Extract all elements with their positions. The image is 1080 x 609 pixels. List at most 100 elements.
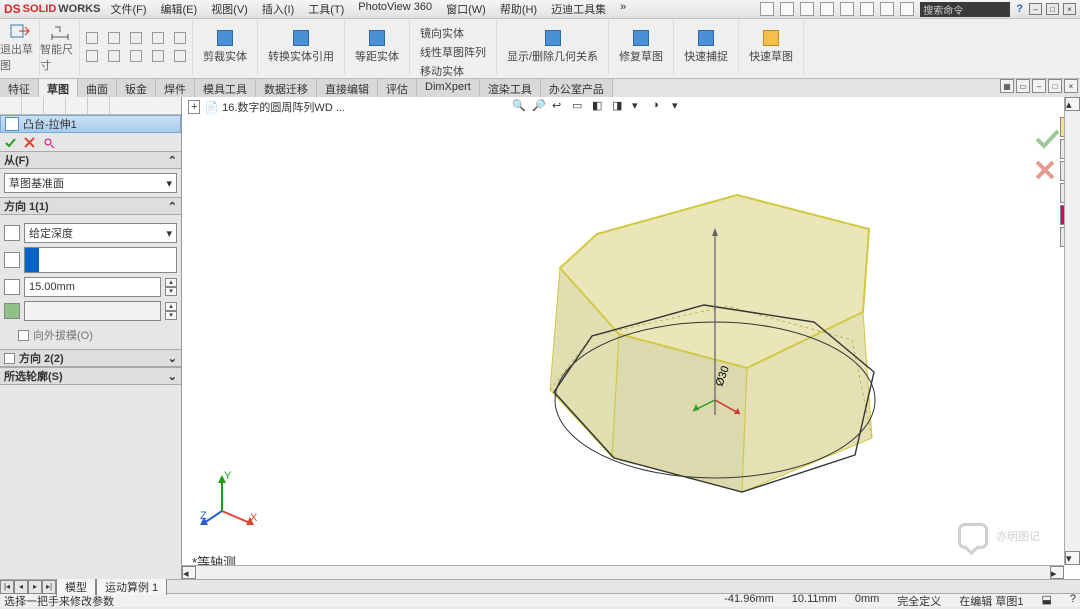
- draft-icon[interactable]: [4, 303, 20, 319]
- draft-input[interactable]: [24, 301, 161, 321]
- menu-insert[interactable]: 插入(I): [262, 1, 294, 17]
- expand-icon[interactable]: +: [188, 100, 200, 114]
- section-direction2[interactable]: 方向 2(2)⌄: [0, 349, 181, 367]
- rtab-surface[interactable]: 曲面: [78, 79, 117, 97]
- circle-tool-icon[interactable]: [130, 32, 142, 44]
- display-style-icon[interactable]: ◨: [612, 99, 626, 113]
- tab-nav-prev-icon[interactable]: ◂: [14, 580, 28, 594]
- qat-undo-icon[interactable]: [840, 2, 854, 16]
- from-select[interactable]: 草图基准面▾: [4, 173, 177, 193]
- draft-spin-up-icon[interactable]: ▴: [165, 302, 177, 311]
- section-selected-contours[interactable]: 所选轮廓(S)⌄: [0, 367, 181, 385]
- ribbon-repair-sketch[interactable]: 修复草图: [609, 19, 674, 75]
- doc-tile-icon[interactable]: ▦: [1000, 79, 1014, 93]
- line-tool-icon[interactable]: [86, 32, 98, 44]
- qat-new-icon[interactable]: [760, 2, 774, 16]
- ribbon-linear-pattern[interactable]: 线性草图阵列: [420, 44, 486, 60]
- ribbon-move[interactable]: 移动实体: [420, 63, 486, 79]
- ribbon-exit-sketch[interactable]: 退出草图: [0, 19, 40, 75]
- section-direction1[interactable]: 方向 1(1)⌃: [0, 197, 181, 215]
- menu-window[interactable]: 窗口(W): [446, 1, 486, 17]
- qat-print-icon[interactable]: [820, 2, 834, 16]
- doc-cascade-icon[interactable]: ▭: [1016, 79, 1030, 93]
- panel-tab-config-icon[interactable]: [44, 97, 66, 114]
- qat-open-icon[interactable]: [780, 2, 794, 16]
- window-minimize-icon[interactable]: –: [1029, 3, 1042, 15]
- doc-close-icon[interactable]: ×: [1064, 79, 1078, 93]
- menu-tools[interactable]: 工具(T): [308, 1, 344, 17]
- polygon-tool-icon[interactable]: [130, 50, 142, 62]
- doc-minimize-icon[interactable]: –: [1032, 79, 1046, 93]
- help-icon[interactable]: ?: [1016, 3, 1023, 15]
- depth-spin-down-icon[interactable]: ▾: [165, 287, 177, 296]
- ribbon-smart-dimension[interactable]: 智能尺寸: [40, 19, 80, 75]
- menu-overflow-icon[interactable]: »: [620, 1, 626, 17]
- text-tool-icon[interactable]: [174, 50, 186, 62]
- ribbon-rapid-sketch[interactable]: 快速草图: [739, 19, 804, 75]
- menu-photoview[interactable]: PhotoView 360: [358, 1, 432, 17]
- ribbon-convert[interactable]: 转换实体引用: [258, 19, 345, 75]
- tab-nav-first-icon[interactable]: |◂: [0, 580, 14, 594]
- rtab-render[interactable]: 渲染工具: [480, 79, 541, 97]
- rtab-office[interactable]: 办公室产品: [541, 79, 613, 97]
- rtab-feature[interactable]: 特征: [0, 79, 39, 97]
- depth-spin-up-icon[interactable]: ▴: [165, 278, 177, 287]
- draft-spin-down-icon[interactable]: ▾: [165, 311, 177, 320]
- rtab-sketch[interactable]: 草图: [39, 79, 78, 97]
- ribbon-mirror[interactable]: 镜向实体: [420, 25, 486, 41]
- confirm-corner-ok-icon[interactable]: [1034, 127, 1060, 149]
- menu-file[interactable]: 文件(F): [110, 1, 146, 17]
- menu-edit[interactable]: 编辑(E): [161, 1, 198, 17]
- direction2-checkbox[interactable]: [4, 353, 15, 364]
- view-orientation-icon[interactable]: ◧: [592, 99, 606, 113]
- viewport-scrollbar-vertical[interactable]: ▴▾: [1064, 97, 1080, 565]
- panel-tab-property-icon[interactable]: [22, 97, 44, 114]
- status-help-icon[interactable]: ?: [1070, 593, 1076, 609]
- ribbon-offset[interactable]: 等距实体: [345, 19, 410, 75]
- rtab-directedit[interactable]: 直接编辑: [317, 79, 378, 97]
- viewport-scrollbar-horizontal[interactable]: ◂▸: [182, 565, 1064, 579]
- hide-show-icon[interactable]: ▾: [632, 99, 646, 113]
- draft-outward-checkbox[interactable]: 向外拔模(O): [18, 327, 177, 343]
- flyout-tree[interactable]: + 📄 16.数字的圆周阵列WD ...: [188, 99, 345, 115]
- spline-tool-icon[interactable]: [174, 32, 186, 44]
- direction-vector-icon[interactable]: [4, 252, 20, 268]
- preview-icon[interactable]: [42, 136, 55, 149]
- window-restore-icon[interactable]: □: [1046, 3, 1059, 15]
- zoom-area-icon[interactable]: 🔎: [532, 99, 546, 113]
- menu-maidi[interactable]: 迈迪工具集: [551, 1, 606, 17]
- end-condition-select[interactable]: 给定深度▾: [24, 223, 177, 243]
- cancel-icon[interactable]: [23, 136, 36, 149]
- direction-selection-input[interactable]: [24, 247, 177, 273]
- tab-nav-next-icon[interactable]: ▸: [28, 580, 42, 594]
- reverse-direction-icon[interactable]: [4, 225, 20, 241]
- section-view-icon[interactable]: ▭: [572, 99, 586, 113]
- doc-restore-icon[interactable]: □: [1048, 79, 1062, 93]
- orientation-triad[interactable]: Y X Z: [200, 469, 260, 529]
- confirm-corner-cancel-icon[interactable]: [1034, 159, 1056, 181]
- rtab-sheetmetal[interactable]: 钣金: [117, 79, 156, 97]
- appearance-icon[interactable]: ◑: [652, 99, 666, 113]
- rtab-dimxpert[interactable]: DimXpert: [417, 79, 480, 97]
- qat-options-icon[interactable]: [880, 2, 894, 16]
- prev-view-icon[interactable]: ↩: [552, 99, 566, 113]
- panel-tab-display-icon[interactable]: [88, 97, 110, 114]
- depth-input[interactable]: 15.00mm: [24, 277, 161, 297]
- panel-tab-dimension-icon[interactable]: [66, 97, 88, 114]
- rtab-weldment[interactable]: 焊件: [156, 79, 195, 97]
- graphics-viewport[interactable]: + 📄 16.数字的圆周阵列WD ... 🔍 🔎 ↩ ▭ ◧ ◨ ▾ ◑ ▾: [182, 97, 1080, 579]
- menu-view[interactable]: 视图(V): [211, 1, 248, 17]
- point-tool-icon[interactable]: [152, 50, 164, 62]
- ribbon-display-relations[interactable]: 显示/删除几何关系: [497, 19, 609, 75]
- section-from[interactable]: 从(F)⌃: [0, 151, 181, 169]
- ribbon-quick-snap[interactable]: 快速捕捉: [674, 19, 739, 75]
- rect-tool-icon[interactable]: [108, 32, 120, 44]
- arc-tool-icon[interactable]: [152, 32, 164, 44]
- panel-tab-feature-tree-icon[interactable]: [0, 97, 22, 114]
- rtab-evaluate[interactable]: 评估: [378, 79, 417, 97]
- rtab-datamigration[interactable]: 数据迁移: [256, 79, 317, 97]
- rtab-mold[interactable]: 模具工具: [195, 79, 256, 97]
- scene-icon[interactable]: ▾: [672, 99, 686, 113]
- qat-save-icon[interactable]: [800, 2, 814, 16]
- ribbon-trim[interactable]: 剪裁实体: [193, 19, 258, 75]
